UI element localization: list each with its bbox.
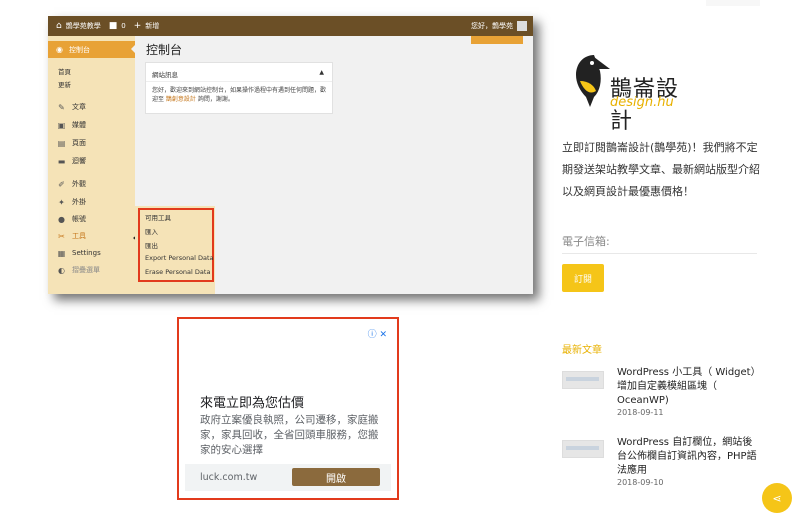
email-label: 電子信箱: (562, 235, 610, 248)
menu-item-settings[interactable]: ▦ Settings (48, 246, 135, 260)
menu-item-appearance[interactable]: ✐ 外觀 (48, 177, 135, 191)
menu-item-users[interactable]: ● 帳號 (48, 212, 135, 226)
menu-item-pages[interactable]: ▤ 頁面 (48, 136, 135, 150)
site-name: 鵲學苑教學 (65, 22, 101, 30)
wrench-icon: ✂ (58, 231, 65, 241)
widget-title: 網站訊息 (152, 71, 178, 79)
email-field[interactable] (562, 253, 757, 254)
comment-icon: ▬ (57, 156, 66, 166)
plugin-icon: ✦ (58, 197, 65, 207)
menu-label: 外掛 (72, 198, 86, 206)
menu-item-media[interactable]: ▣ 媒體 (48, 118, 135, 132)
new-label: 新增 (145, 22, 160, 30)
menu-label: 外觀 (72, 180, 86, 188)
menu-label: 工具 (72, 232, 86, 240)
screen-options-button[interactable] (471, 36, 523, 44)
collapse-icon: ◐ (58, 265, 65, 275)
flyout-item-erase-personal-data[interactable]: Erase Personal Data (145, 268, 210, 276)
menu-label: 文章 (72, 103, 86, 111)
pin-icon: ✎ (58, 102, 65, 112)
menu-item-dashboard[interactable]: ◉ 控制台 (48, 41, 135, 58)
page-title: 控制台 (146, 43, 183, 57)
appearance-icon: ✐ (58, 179, 65, 189)
admin-bar-site[interactable]: ⌂ 鵲學苑教學 (56, 21, 101, 31)
greeting: 您好，鵲學苑 (471, 22, 513, 30)
menu-item-comments[interactable]: ▬ 迴響 (48, 154, 135, 168)
toggle-arrow-icon[interactable]: ▲ (319, 69, 324, 76)
post-thumbnail[interactable] (562, 371, 604, 389)
dashboard-icon: ◉ (56, 45, 63, 54)
ad-unit[interactable]: ⓘ ✕ 來電立即為您估價 政府立案優良執照，公司遷移，家庭搬家，家具回收，全省回… (185, 325, 391, 491)
widget-text: 詢問，謝謝。 (195, 96, 234, 103)
ad-footer: luck.com.tw 開啟 (185, 464, 391, 491)
post-date: 2018-09-11 (617, 408, 664, 417)
menu-label: 控制台 (68, 45, 90, 54)
subscribe-button[interactable]: 訂閱 (562, 264, 604, 292)
tools-flyout-highlight: 可用工具 匯入 匯出 Export Personal Data Erase Pe… (138, 208, 214, 282)
ad-open-button[interactable]: 開啟 (292, 468, 380, 486)
recent-posts-heading: 最新文章 (562, 345, 602, 356)
post-title[interactable]: WordPress 自訂欄位，網站後台公佈欄自訂資訊內容，PHP語法應用 (617, 436, 762, 478)
post-title[interactable]: WordPress 小工具（ Widget）增加自定義模組區塊（ OceanWP… (617, 366, 762, 408)
flyout-item-available-tools[interactable]: 可用工具 (145, 212, 171, 222)
comment-icon: ■ (108, 21, 118, 31)
site-logo[interactable]: 鵲崙設計 design.hu (566, 47, 696, 134)
menu-label: Settings (72, 249, 101, 257)
media-icon: ▣ (57, 120, 66, 130)
admin-menu: ◉ 控制台 首頁 更新 ✎ 文章 ▣ 媒體 ▤ 頁面 ▬ 迴響 ✐ 外觀 ✦ 外… (48, 36, 135, 294)
menu-label: 迴響 (72, 157, 86, 165)
menu-label: 帳號 (72, 215, 86, 223)
admin-bar-new[interactable]: + 新增 (134, 21, 160, 31)
menu-label: 媒體 (72, 121, 86, 129)
submenu-updates[interactable]: 更新 (58, 79, 71, 89)
admin-bar-account[interactable]: 您好，鵲學苑 (471, 16, 527, 36)
menu-item-plugins[interactable]: ✦ 外掛 (48, 195, 135, 209)
wp-admin-screenshot: ⌂ 鵲學苑教學 ■ 0 + 新增 您好，鵲學苑 ◉ 控制台 首頁 更新 ✎ 文章… (48, 16, 533, 294)
share-icon: ⋖ (772, 491, 782, 505)
ad-highlight-frame: ⓘ ✕ 來電立即為您估價 政府立案優良執照，公司遷移，家庭搬家，家具回收，全省回… (177, 317, 399, 500)
avatar (517, 21, 527, 31)
pelican-logo-icon (576, 55, 610, 107)
user-icon: ● (58, 214, 65, 224)
logo-subtext: design.hu (610, 95, 674, 110)
top-bar-fragment (706, 0, 760, 6)
site-message-widget: 網站訊息 ▲ 您好，歡迎來到網站控制台，如果操作過程中有遇到任何問題，歡迎至 鵲… (145, 62, 333, 114)
menu-label: 頁面 (72, 139, 86, 147)
flyout-item-export[interactable]: 匯出 (145, 240, 158, 250)
post-date: 2018-09-10 (617, 478, 664, 487)
ad-description[interactable]: 政府立案優良執照，公司遷移，家庭搬家，家具回收，全省回頭車服務，您搬家的安心選擇 (200, 413, 382, 458)
menu-item-posts[interactable]: ✎ 文章 (48, 100, 135, 114)
share-button[interactable]: ⋖ (762, 483, 792, 513)
widget-link[interactable]: 鵲創意設計 (166, 96, 196, 103)
subscribe-promo-text: 立即訂閱鵲崙設計(鵲學苑)！我們將不定期發送架站教學文章、最新網站版型介紹以及網… (562, 141, 760, 198)
menu-item-collapse[interactable]: ◐ 摺疊選單 (48, 263, 135, 277)
flyout-item-import[interactable]: 匯入 (145, 226, 158, 236)
plus-icon: + (133, 21, 142, 31)
comment-count: 0 (121, 22, 126, 30)
menu-item-tools[interactable]: ✂ 工具 (48, 229, 135, 243)
ad-info-close-icon[interactable]: ⓘ ✕ (368, 327, 387, 340)
page-icon: ▤ (57, 138, 66, 148)
settings-icon: ▦ (57, 248, 66, 258)
ad-title[interactable]: 來電立即為您估價 (200, 392, 304, 411)
ad-url[interactable]: luck.com.tw (200, 472, 257, 483)
admin-bar-comments[interactable]: ■ 0 (109, 21, 126, 31)
flyout-item-export-personal-data[interactable]: Export Personal Data (145, 254, 214, 262)
divider (146, 81, 332, 82)
widget-body: 您好，歡迎來到網站控制台，如果操作過程中有遇到任何問題，歡迎至 鵲創意設計 詢問… (152, 86, 328, 104)
menu-label: 摺疊選單 (72, 266, 100, 274)
post-thumbnail[interactable] (562, 440, 604, 458)
submenu-home[interactable]: 首頁 (58, 66, 71, 76)
admin-bar: ⌂ 鵲學苑教學 ■ 0 + 新增 您好，鵲學苑 (48, 16, 533, 36)
home-icon: ⌂ (56, 21, 62, 31)
